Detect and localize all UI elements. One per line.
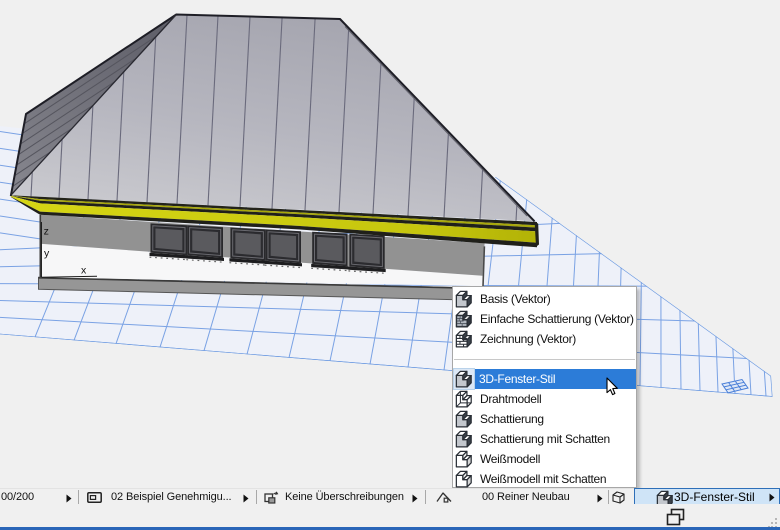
svg-text:z: z	[44, 226, 49, 238]
svg-text:y: y	[44, 248, 50, 260]
svg-text:x: x	[81, 265, 87, 277]
